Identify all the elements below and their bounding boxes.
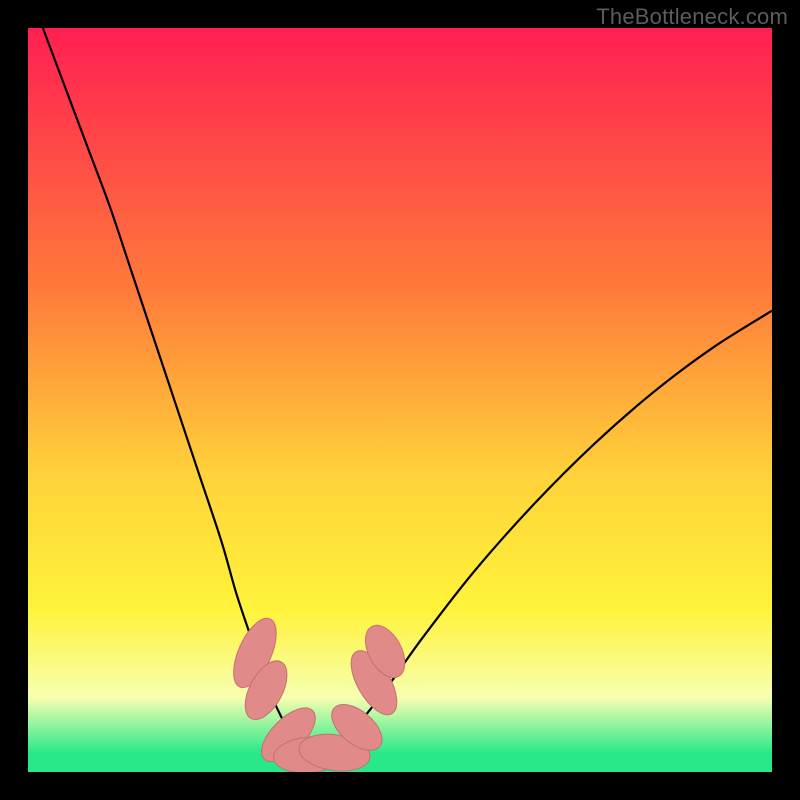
chart-frame: TheBottleneck.com xyxy=(0,0,800,800)
watermark-text: TheBottleneck.com xyxy=(596,4,788,30)
curve-layer xyxy=(28,28,772,772)
plot-area xyxy=(28,28,772,772)
bottleneck-curve xyxy=(43,28,772,757)
curve-markers xyxy=(225,612,413,772)
